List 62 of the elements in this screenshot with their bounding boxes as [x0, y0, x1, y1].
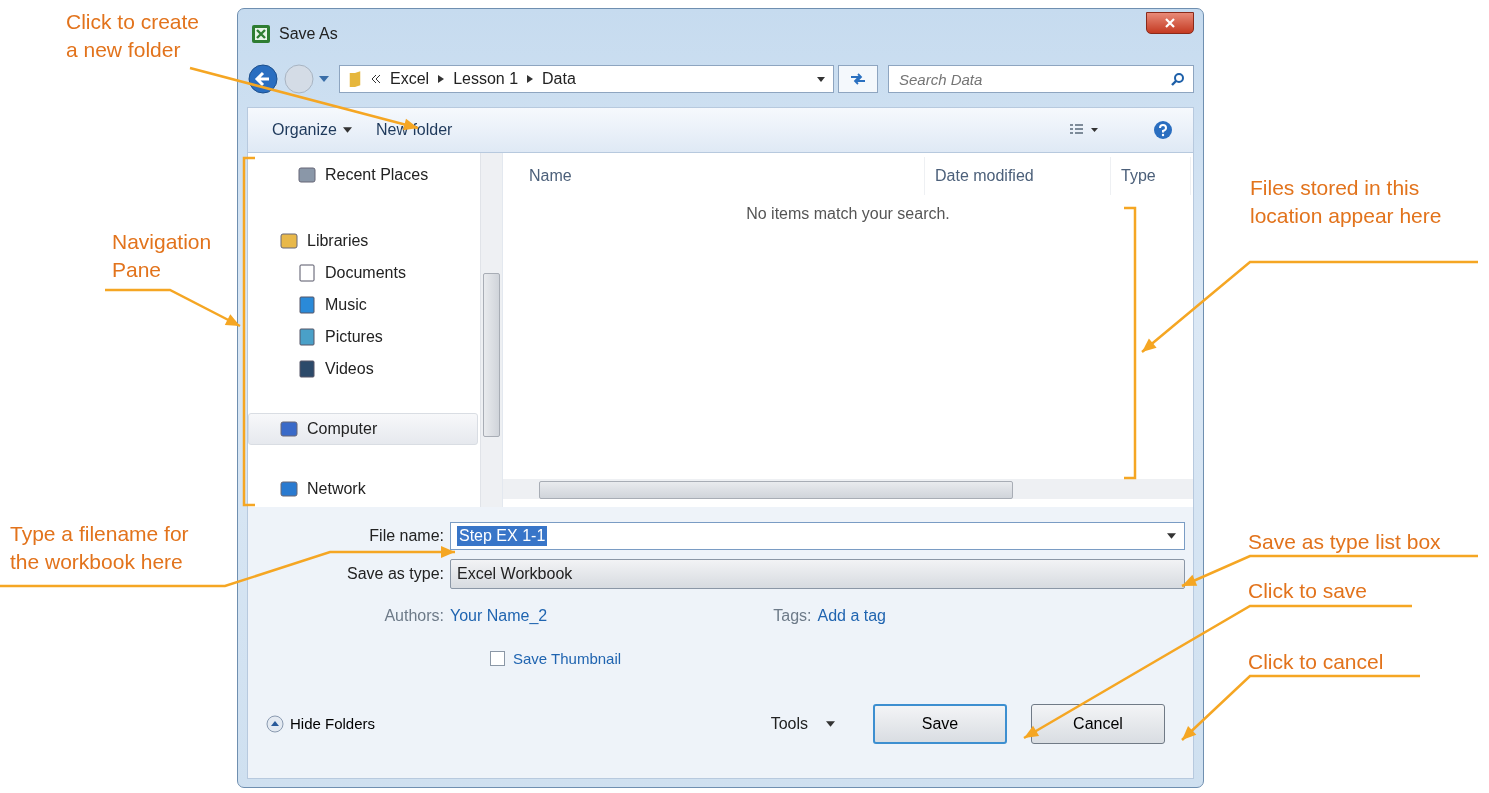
- refresh-icon: [849, 72, 867, 86]
- callout-label: Click to save: [1248, 578, 1368, 604]
- navigation-item[interactable]: Documents: [248, 257, 478, 289]
- authors-link[interactable]: Your Name_2: [450, 607, 548, 625]
- breadcrumb[interactable]: Lesson 1: [453, 70, 519, 88]
- hide-folders-button[interactable]: Hide Folders: [266, 714, 376, 733]
- column-header[interactable]: Name: [503, 157, 925, 195]
- history-dropdown-icon[interactable]: [319, 76, 329, 82]
- navigation-item[interactable]: Libraries: [248, 225, 478, 257]
- save-as-type-dropdown[interactable]: Excel Workbook: [450, 559, 1185, 589]
- file-name-label: File name:: [368, 527, 444, 545]
- callout-label: Save as type list box: [1248, 529, 1441, 555]
- caret-icon: [342, 127, 352, 133]
- close-icon: [1164, 17, 1176, 29]
- new-folder-button[interactable]: New folder: [375, 121, 453, 139]
- vertical-scrollbar[interactable]: [480, 153, 502, 507]
- callout-label: Navigation Pane: [112, 229, 212, 284]
- column-header[interactable]: Date modified: [925, 157, 1111, 195]
- cancel-button[interactable]: Cancel: [1031, 703, 1165, 744]
- window-title: Save As: [279, 25, 338, 43]
- organize-menu[interactable]: Organize: [272, 121, 352, 139]
- navigation-item[interactable]: Videos: [248, 353, 478, 385]
- back-button[interactable]: [247, 63, 279, 95]
- horizontal-scrollbar[interactable]: [503, 479, 1193, 499]
- navigation-item[interactable]: Pictures: [248, 321, 478, 353]
- file-name-field[interactable]: Step EX 1-1: [450, 522, 1185, 550]
- navigation-item[interactable]: Music: [248, 289, 478, 321]
- breadcrumb[interactable]: Data: [542, 70, 576, 88]
- callout-label: Type a filename for the workbook here: [10, 521, 189, 576]
- tools-menu[interactable]: Tools: [770, 714, 835, 733]
- overflow-icon: [371, 75, 381, 83]
- dropdown-icon[interactable]: [817, 76, 825, 82]
- add-tag-link[interactable]: Add a tag: [817, 607, 886, 625]
- caret-icon: [826, 720, 835, 727]
- close-button[interactable]: [1146, 12, 1194, 34]
- folder-icon: [348, 69, 362, 89]
- collapse-icon: [266, 714, 284, 733]
- breadcrumb[interactable]: Excel: [390, 70, 430, 88]
- navigation-item[interactable]: Network: [248, 473, 478, 505]
- checkbox[interactable]: [490, 650, 505, 666]
- separator-arrow-icon: [438, 75, 445, 83]
- callout-label: Click to cancel: [1248, 649, 1384, 675]
- column-header[interactable]: Type: [1111, 157, 1191, 195]
- separator-arrow-icon: [527, 75, 534, 83]
- navigation-item[interactable]: Recent Places: [248, 159, 478, 191]
- search-icon: [1171, 72, 1185, 86]
- help-icon[interactable]: [1153, 120, 1173, 140]
- callout-label: Files stored in this location appear here: [1250, 175, 1442, 230]
- view-options-icon[interactable]: [1069, 123, 1099, 137]
- tags-label: Tags:: [773, 607, 812, 625]
- authors-label: Authors:: [383, 607, 444, 625]
- callout-label: Click to create a new folder: [66, 9, 200, 64]
- search-field[interactable]: Search Data: [888, 65, 1194, 93]
- empty-message: No items match your search.: [746, 205, 950, 223]
- address-bar[interactable]: Excel Lesson 1 Data: [339, 65, 834, 93]
- save-button[interactable]: Save: [873, 703, 1007, 744]
- save-as-type-label: Save as type:: [346, 565, 444, 583]
- excel-icon: [251, 24, 271, 44]
- refresh-button[interactable]: [838, 65, 878, 93]
- navigation-item[interactable]: Computer: [248, 413, 478, 445]
- save-thumbnail-label[interactable]: Save Thumbnail: [513, 649, 622, 667]
- dropdown-icon[interactable]: [1167, 533, 1176, 539]
